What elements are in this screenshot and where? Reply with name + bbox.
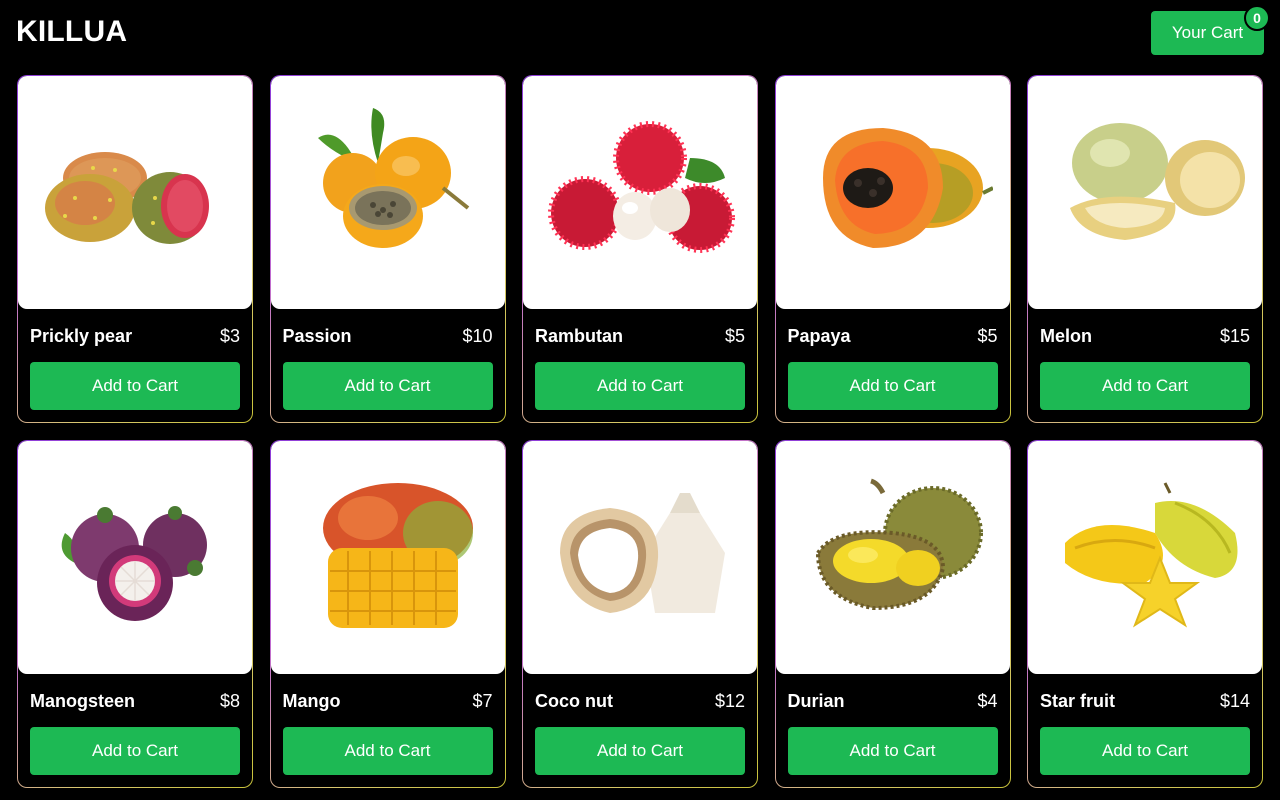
product-price: $5 (724, 326, 745, 346)
product-price: $10 (462, 326, 493, 346)
star-fruit-image (1028, 441, 1262, 674)
product-name: Durian (787, 691, 845, 711)
coconut-image (523, 441, 757, 674)
product-price: $4 (977, 691, 998, 711)
add-to-cart-button[interactable]: Add to Cart (30, 727, 240, 775)
product-price: $14 (1219, 691, 1250, 711)
product-card: Coco nut $12 Add to Cart (522, 440, 758, 788)
product-name: Melon (1040, 326, 1092, 346)
add-to-cart-button[interactable]: Add to Cart (787, 727, 998, 775)
product-price: $15 (1219, 326, 1250, 346)
prickly-pear-image (18, 76, 252, 309)
passion-fruit-image (270, 76, 505, 309)
brand-logo[interactable]: KILLUA (16, 15, 127, 49)
product-card: Melon $15 Add to Cart (1027, 75, 1263, 423)
add-to-cart-button[interactable]: Add to Cart (282, 727, 493, 775)
product-price: $5 (977, 326, 998, 346)
melon-image (1028, 76, 1262, 309)
product-price: $3 (219, 326, 240, 346)
product-name: Coco nut (535, 691, 613, 711)
header: KILLUA Your Cart 0 (0, 0, 1280, 70)
product-card: Papaya $5 Add to Cart (774, 75, 1011, 423)
product-price: $8 (219, 691, 240, 711)
add-to-cart-button[interactable]: Add to Cart (30, 362, 240, 410)
add-to-cart-button[interactable]: Add to Cart (282, 362, 493, 410)
product-card: Prickly pear $3 Add to Cart (17, 75, 253, 423)
product-name: Passion (282, 326, 352, 346)
durian-image (775, 441, 1010, 674)
product-name: Rambutan (535, 326, 624, 346)
mangosteen-image (18, 441, 252, 674)
product-card: Mango $7 Add to Cart (269, 440, 506, 788)
product-price: $7 (472, 691, 493, 711)
product-card: Durian $4 Add to Cart (774, 440, 1011, 788)
product-grid: Prickly pear $3 Add to Cart Passion $10 … (17, 75, 1263, 788)
product-name: Papaya (787, 326, 851, 346)
add-to-cart-button[interactable]: Add to Cart (535, 362, 745, 410)
product-name: Prickly pear (30, 326, 133, 346)
add-to-cart-button[interactable]: Add to Cart (1040, 362, 1250, 410)
product-card: Rambutan $5 Add to Cart (522, 75, 758, 423)
product-card: Manogsteen $8 Add to Cart (17, 440, 253, 788)
product-price: $12 (714, 691, 745, 711)
mango-image (270, 441, 505, 674)
add-to-cart-button[interactable]: Add to Cart (1040, 727, 1250, 775)
product-card: Passion $10 Add to Cart (269, 75, 506, 423)
product-card: Star fruit $14 Add to Cart (1027, 440, 1263, 788)
add-to-cart-button[interactable]: Add to Cart (535, 727, 745, 775)
rambutan-image (523, 76, 757, 309)
add-to-cart-button[interactable]: Add to Cart (787, 362, 998, 410)
product-name: Star fruit (1040, 691, 1116, 711)
product-name: Mango (282, 691, 341, 711)
product-name: Manogsteen (30, 691, 136, 711)
papaya-image (775, 76, 1010, 309)
cart-count-badge: 0 (1244, 5, 1270, 31)
